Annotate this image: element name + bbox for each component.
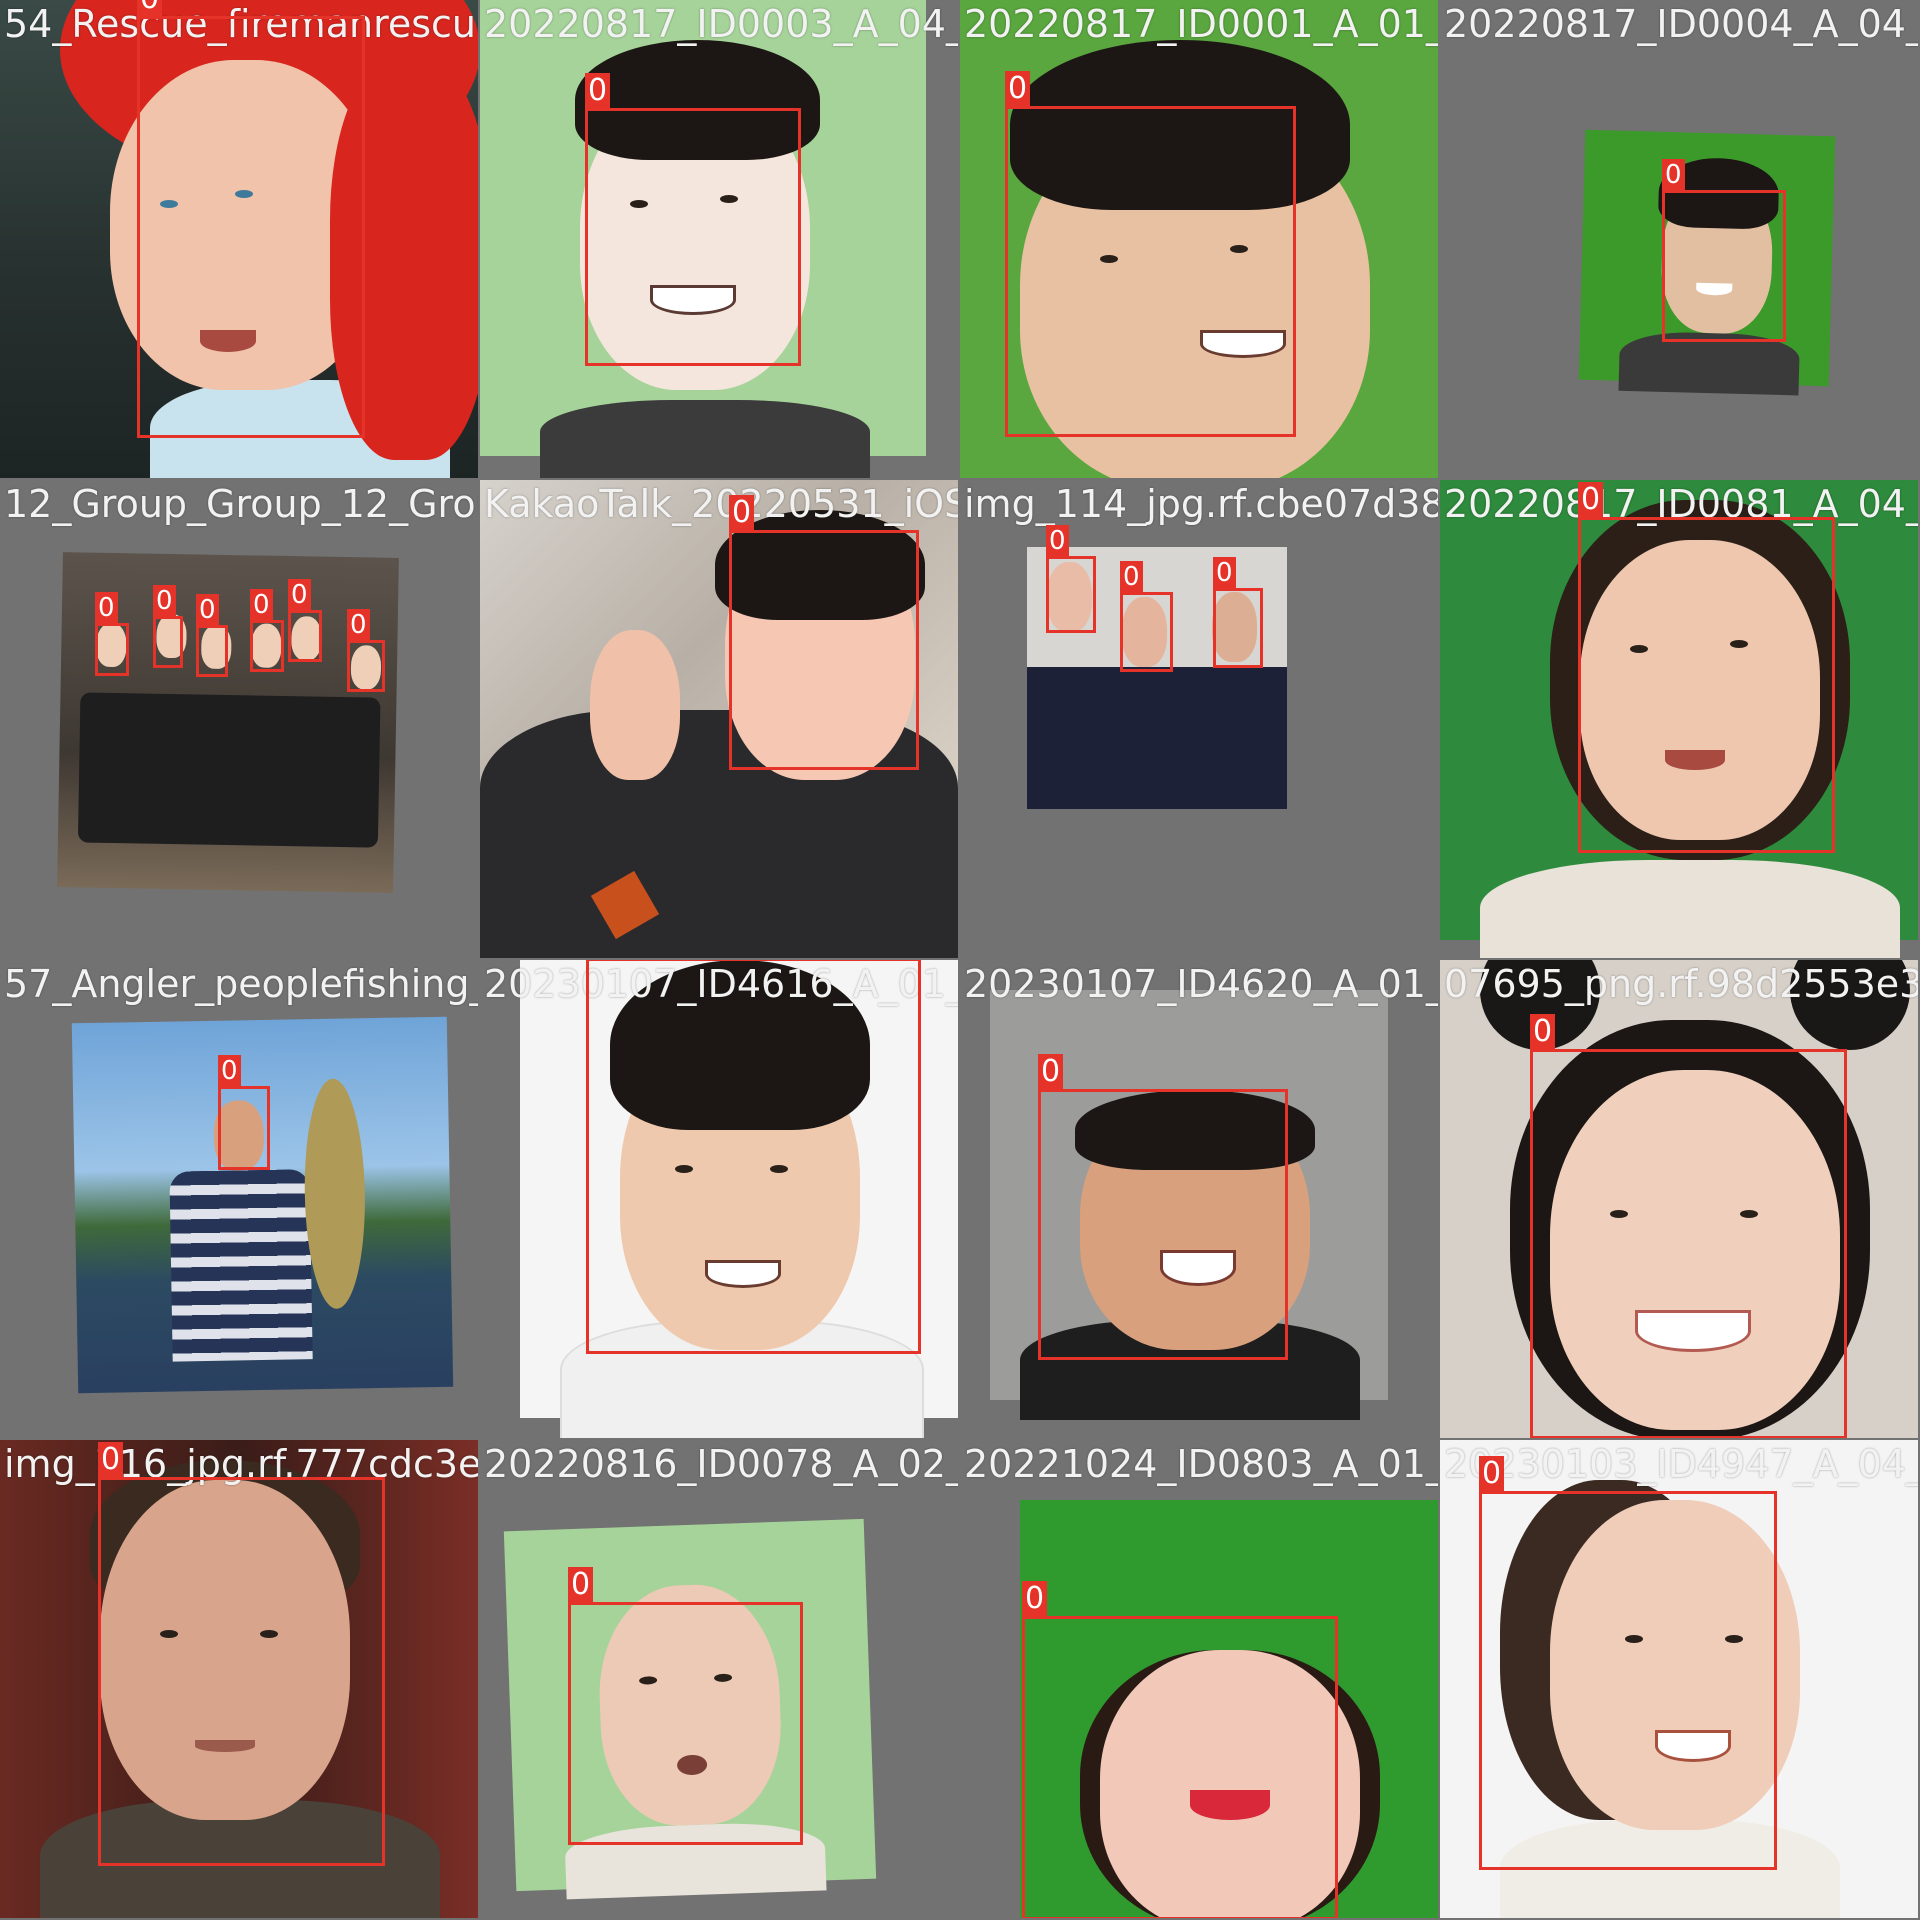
class-label: 0 xyxy=(1038,1054,1064,1090)
face-bounding-box: 0 xyxy=(153,585,183,668)
face-bounding-box: 0 xyxy=(1120,561,1173,672)
face-bounding-box: 0 xyxy=(1022,1581,1338,1918)
tile-14: 20221024_ID0803_A_01_N0001.png 0 xyxy=(960,1440,1438,1918)
class-label: 0 xyxy=(347,609,370,641)
class-label: 0 xyxy=(1578,482,1604,518)
class-label: 0 xyxy=(153,585,176,617)
tile-4: 12_Group_Group_12_Group_Group_12_59.jpg … xyxy=(0,480,478,958)
face-bounding-box: 0 xyxy=(95,592,129,676)
face-bounding-box: 0 xyxy=(137,0,365,438)
face-bounding-box: 0 xyxy=(1213,557,1263,668)
face-bounding-box: 0 xyxy=(1530,1014,1847,1438)
tile-10: 20230107_ID4620_A_01_N0001.png 0 xyxy=(960,960,1438,1438)
augmented-batch-mosaic: 54_Rescue_firemanrescue_54_208.jpg 0 202… xyxy=(0,0,1920,1920)
face-bounding-box: 0 xyxy=(1005,71,1296,437)
tile-caption: 57_Angler_peoplefishing_57_926.jpg xyxy=(4,962,478,1006)
tile-caption: 20230103_ID4947_A_04_N0001.png xyxy=(1444,1442,1918,1486)
face-bounding-box: 0 xyxy=(250,589,284,672)
class-label: 0 xyxy=(218,1055,241,1087)
class-label: 0 xyxy=(1120,561,1143,593)
class-label: 0 xyxy=(1213,557,1236,589)
tile-caption: 20220816_ID0078_A_02_N0001.png xyxy=(484,1442,958,1486)
class-label: 0 xyxy=(1046,525,1069,557)
face-bounding-box: 0 xyxy=(1662,159,1786,342)
tile-caption: 07695_png.rf.98d2553e39f8 xyxy=(1444,962,1918,1006)
tile-11: 07695_png.rf.98d2553e39f8 0 xyxy=(1440,960,1918,1438)
class-label: 0 xyxy=(568,1567,594,1603)
face-bounding-box: 0 xyxy=(288,579,322,662)
face-bounding-box: 0 xyxy=(586,960,921,1354)
tile-6: img_114_jpg.rf.cbe07d38 0 0 0 xyxy=(960,480,1438,958)
face-bounding-box: 0 xyxy=(568,1567,803,1845)
class-label: 0 xyxy=(1530,1014,1556,1050)
class-label: 0 xyxy=(98,1442,124,1478)
face-bounding-box: 0 xyxy=(347,609,385,692)
tile-12: img_716_jpg.rf.777cdc3e33c 0 xyxy=(0,1440,478,1918)
class-label: 0 xyxy=(1022,1581,1048,1617)
tile-caption: 20230107_ID4620_A_01_N0001.png xyxy=(964,962,1438,1006)
face-bounding-box: 0 xyxy=(1038,1054,1288,1360)
tile-0: 54_Rescue_firemanrescue_54_208.jpg 0 xyxy=(0,0,478,478)
tile-2: 20220817_ID0001_A_01_N0001.png 0 xyxy=(960,0,1438,478)
class-label: 0 xyxy=(729,495,755,531)
tile-caption: 12_Group_Group_12_Group_Group_12_59.jpg xyxy=(4,482,478,526)
tile-15: 20230103_ID4947_A_04_N0001.png 0 xyxy=(1440,1440,1918,1918)
face-bounding-box: 0 xyxy=(729,495,919,770)
tile-caption: 20220817_ID0003_A_04_N0001.png xyxy=(484,2,958,46)
photo-angler-fish xyxy=(71,1016,454,1394)
face-bounding-box: 0 xyxy=(585,73,801,366)
class-label: 0 xyxy=(585,73,611,109)
face-bounding-box: 0 xyxy=(218,1055,270,1170)
class-label: 0 xyxy=(1479,1456,1505,1492)
tile-8: 57_Angler_peoplefishing_57_926.jpg 0 xyxy=(0,960,478,1438)
tile-caption: img_114_jpg.rf.cbe07d38 xyxy=(964,482,1438,526)
tile-5: KakaoTalk_20220531_iOS_jpg.rf.042d5cb06a… xyxy=(480,480,958,958)
tile-caption: 20221024_ID0803_A_01_N0001.png xyxy=(964,1442,1438,1486)
face-bounding-box: 0 xyxy=(1578,482,1835,853)
tile-1: 20220817_ID0003_A_04_N0001.png 0 xyxy=(480,0,958,478)
class-label: 0 xyxy=(288,579,311,611)
face-bounding-box: 0 xyxy=(1046,525,1096,633)
class-label: 0 xyxy=(95,592,118,624)
class-label: 0 xyxy=(1005,71,1031,107)
tile-3: 20220817_ID0004_A_04_N0001.png 0 xyxy=(1440,0,1918,478)
tile-caption: KakaoTalk_20220531_iOS_jpg.rf.042d5cb06a… xyxy=(484,482,958,526)
class-label: 0 xyxy=(137,0,163,17)
face-bounding-box: 0 xyxy=(1479,1456,1777,1870)
tile-caption: 20220817_ID0004_A_04_N0001.png xyxy=(1444,2,1918,46)
tile-caption: 20220817_ID0001_A_01_N0001.png xyxy=(964,2,1438,46)
tile-9: 20230107_ID4616_A_01_N0001.png 0 xyxy=(480,960,958,1438)
face-bounding-box: 0 xyxy=(196,594,228,677)
class-label: 0 xyxy=(1662,159,1685,191)
class-label: 0 xyxy=(196,594,219,626)
tile-7: 20220817_ID0081_A_04_N0001.png 0 xyxy=(1440,480,1918,958)
tile-13: 20220816_ID0078_A_02_N0001.png 0 xyxy=(480,1440,958,1918)
class-label: 0 xyxy=(250,589,273,621)
face-bounding-box: 0 xyxy=(98,1442,385,1866)
